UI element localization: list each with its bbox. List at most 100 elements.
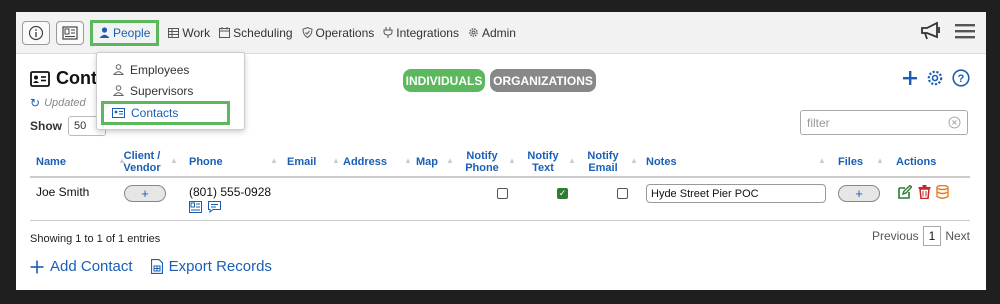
menu-item-label: Employees [130, 62, 190, 77]
person-icon [99, 27, 110, 38]
menu-item-label: Contacts [131, 106, 179, 120]
table-header: Name ▲ Client / Vendor ▲ Phone ▲ Email ▲… [30, 146, 970, 178]
person-outline-icon [113, 64, 124, 75]
nav-scheduling[interactable]: Scheduling [219, 21, 293, 45]
organizations-tab[interactable]: ORGANIZATIONS [490, 69, 596, 92]
notify-email-checkbox[interactable] [617, 188, 628, 199]
nav-operations[interactable]: Operations [302, 21, 375, 45]
sort-icon[interactable]: ▲ [508, 156, 516, 165]
col-actions: Actions [896, 155, 937, 168]
shield-icon [302, 27, 313, 38]
table-icon [168, 27, 180, 38]
updated-label: Updated [44, 97, 86, 109]
export-records-button[interactable]: Export Records [150, 258, 272, 275]
filter-placeholder: filter [807, 115, 830, 130]
table-row: Joe Smith + (801) 555-0928 ✓ Hyde Street… [30, 179, 970, 221]
table-info: Showing 1 to 1 of 1 entries [30, 233, 161, 245]
add-icon [30, 260, 44, 273]
refresh-icon[interactable]: ↻ [30, 96, 40, 110]
show-label: Show [30, 119, 62, 133]
sort-icon[interactable]: ▲ [818, 156, 826, 165]
spreadsheet-icon [150, 259, 163, 274]
menu-item-supervisors[interactable]: Supervisors [97, 80, 244, 101]
col-files[interactable]: Files [838, 146, 863, 178]
help-icon[interactable]: ? [952, 69, 970, 87]
app-frame: People Work Scheduling Operations Integr… [16, 12, 986, 290]
sort-icon[interactable]: ▲ [332, 156, 340, 165]
nav-work[interactable]: Work [168, 21, 210, 45]
previous-button[interactable]: Previous [872, 229, 919, 243]
megaphone-icon[interactable] [920, 21, 942, 41]
notify-phone-checkbox[interactable] [497, 188, 508, 199]
col-map[interactable]: Map [416, 146, 438, 178]
settings-gear-icon[interactable] [926, 69, 944, 87]
col-notify-phone[interactable]: Notify Phone [460, 146, 504, 178]
col-email[interactable]: Email [287, 146, 316, 178]
notes-field[interactable]: Hyde Street Pier POC [646, 184, 826, 203]
cell-name: Joe Smith [36, 185, 90, 199]
cell-phone: (801) 555-0928 [189, 185, 272, 199]
nav-admin[interactable]: Admin [468, 21, 516, 45]
sort-icon[interactable]: ▲ [568, 156, 576, 165]
database-icon[interactable] [936, 185, 949, 199]
sort-icon[interactable]: ▲ [270, 156, 278, 165]
menu-item-employees[interactable]: Employees [97, 59, 244, 80]
add-contact-button[interactable]: Add Contact [30, 258, 133, 275]
edit-icon[interactable] [898, 185, 912, 199]
col-name[interactable]: Name [36, 146, 66, 178]
address-book-icon [62, 25, 78, 40]
add-contact-label: Add Contact [50, 258, 133, 275]
info-icon [28, 25, 44, 40]
directory-button[interactable] [56, 20, 84, 45]
nav-links: People Work Scheduling Operations Integr… [90, 19, 525, 46]
individuals-tab[interactable]: INDIVIDUALS [403, 69, 485, 92]
delete-icon[interactable] [918, 185, 931, 199]
col-address[interactable]: Address [343, 146, 387, 178]
person-outline-icon [113, 85, 124, 96]
bottom-actions: Add Contact Export Records [30, 258, 272, 275]
menu-item-label: Supervisors [130, 83, 194, 98]
gear-icon [469, 28, 478, 37]
header-actions: ? [902, 69, 970, 87]
contact-card-icon [30, 70, 50, 87]
export-records-label: Export Records [168, 258, 272, 275]
clear-icon[interactable] [948, 116, 961, 129]
sort-icon[interactable]: ▲ [404, 156, 412, 165]
notify-text-checkbox[interactable]: ✓ [557, 188, 568, 199]
col-notes[interactable]: Notes [646, 146, 677, 178]
page-1-button[interactable]: 1 [922, 226, 942, 246]
contact-card-icon [112, 108, 125, 118]
calendar-icon [219, 27, 231, 38]
nav-scheduling-label: Scheduling [233, 25, 293, 40]
col-client-vendor[interactable]: Client / Vendor [122, 146, 162, 178]
nav-operations-label: Operations [315, 25, 375, 40]
plug-icon [383, 27, 393, 38]
info-button[interactable] [22, 20, 50, 45]
sort-icon[interactable]: ▲ [446, 156, 454, 165]
files-add-button[interactable]: + [838, 185, 880, 202]
message-icon[interactable] [208, 201, 221, 213]
nav-integrations-label: Integrations [396, 25, 459, 40]
pagination: Previous 1 Next [872, 226, 970, 246]
filter-input[interactable]: filter [800, 110, 968, 135]
svg-text:?: ? [958, 73, 965, 85]
col-notify-text[interactable]: Notify Text [524, 146, 562, 178]
next-button[interactable]: Next [945, 229, 970, 243]
sort-icon[interactable]: ▲ [170, 156, 178, 165]
top-nav: People Work Scheduling Operations Integr… [16, 12, 986, 54]
nav-people-label: People [113, 25, 151, 40]
people-dropdown: Employees Supervisors Contacts [96, 52, 245, 130]
sort-icon[interactable]: ▲ [630, 156, 638, 165]
hamburger-menu-icon[interactable] [954, 22, 976, 40]
add-icon[interactable] [902, 70, 918, 86]
client-vendor-add-button[interactable]: + [124, 185, 166, 202]
col-phone[interactable]: Phone [189, 146, 223, 178]
nav-admin-label: Admin [481, 25, 516, 40]
sort-icon[interactable]: ▲ [876, 156, 884, 165]
col-notify-email[interactable]: Notify Email [584, 146, 622, 178]
menu-item-contacts[interactable]: Contacts [101, 101, 230, 125]
nav-people[interactable]: People [90, 19, 160, 46]
nav-right [920, 21, 976, 41]
address-book-icon[interactable] [189, 201, 202, 213]
nav-integrations[interactable]: Integrations [383, 21, 459, 45]
